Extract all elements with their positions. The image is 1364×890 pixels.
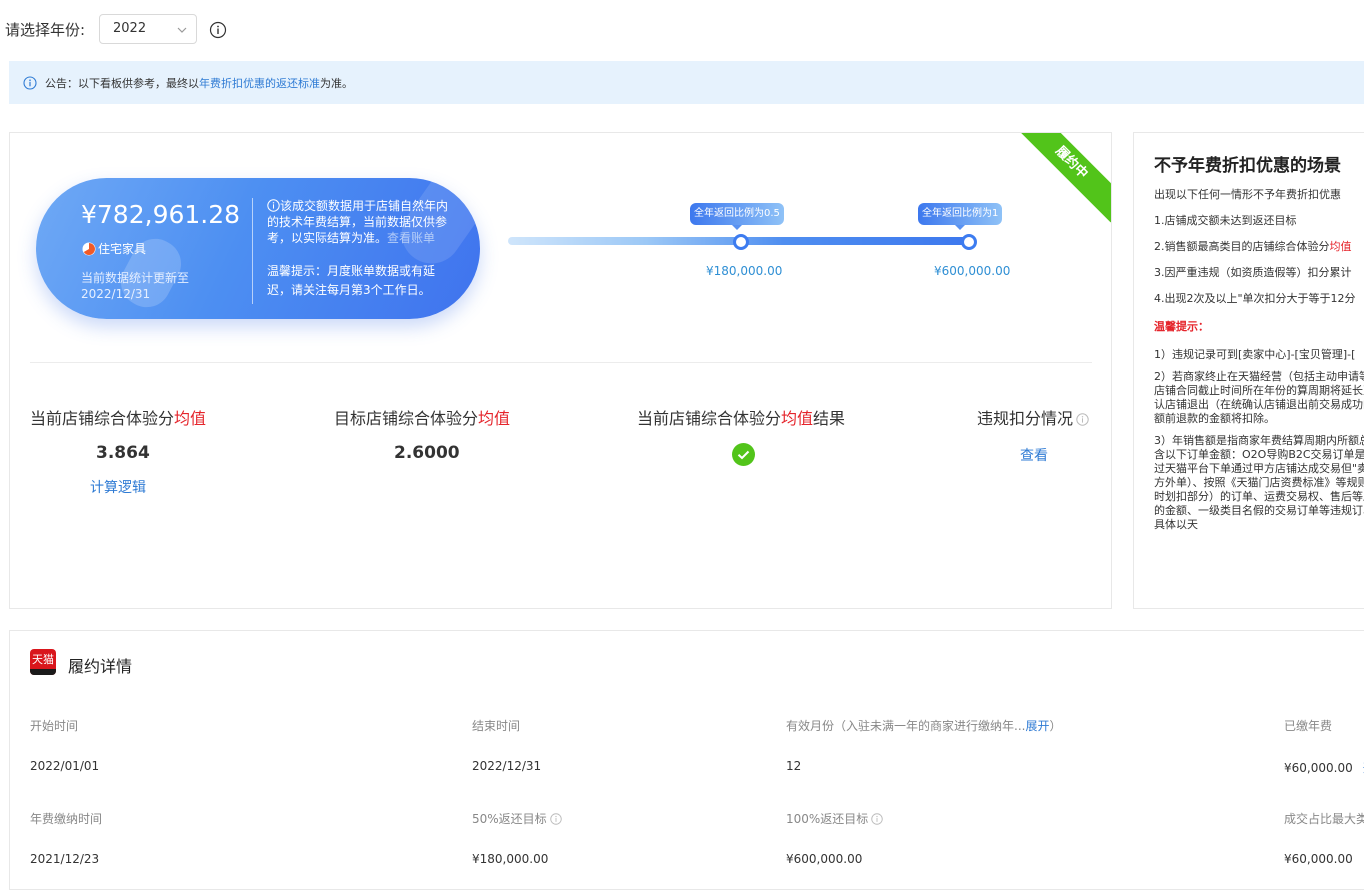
calc-logic-link[interactable]: 计算逻辑 [90,477,146,497]
paid-fee-amount: ¥60,000.00 [1284,761,1353,775]
view-bill-link[interactable]: 查看账单 [387,231,435,245]
milestone-tooltip: 全年返回比例为1 [918,203,1003,230]
data-usage-note: 该成交额数据用于店铺自然年内的技术年费结算，当前数据仅供参考，以实际结算为准。查… [267,198,457,246]
divider [30,362,1092,363]
milestone-dot [961,234,977,250]
tip-paragraph: 1）违规记录可到[卖家中心]-[宝贝管理]-[ [1154,348,1356,361]
score-result-title-text: 当前店铺综合体验分 [637,409,782,428]
milestone-value: ¥180,000.00 [706,264,783,278]
pay-time-value: 2021/12/23 [30,852,100,866]
divider [252,198,253,304]
current-score-value: 3.864 [96,443,150,463]
update-note: 当前数据统计更新至2022/12/31 [81,271,190,301]
sales-summary-card: ¥782,961.28 住宅家具 当前数据统计更新至2022/12/31 该成交… [36,178,480,319]
target-50-value: ¥180,000.00 [472,852,549,866]
start-time-label: 开始时间 [30,719,79,733]
paid-fee-value: ¥60,000.00开 [1284,759,1364,776]
scenario-item: 2.销售额最高类目的店铺综合体验分均值 [1154,240,1364,254]
current-score-title: 当前店铺综合体验分均值 [30,405,206,429]
pay-time-label: 年费缴纳时间 [30,812,103,826]
paid-fee-label: 已缴年费 [1284,719,1333,733]
contract-detail-panel: 天猫 履约详情 开始时间 结束时间 有效月份（入驻未满一年的商家进行缴纳年...… [9,630,1364,890]
valid-months-value: 12 [786,759,802,773]
milestone-tooltip: 全年返回比例为0.5 [690,203,784,230]
notice-banner: 公告：以下看板供参考，最终以年费折扣优惠的返还标准为准。 [9,61,1364,104]
notice-suffix: 为准。 [320,77,353,90]
score-result-title-highlight: 均值 [781,409,814,428]
scenario-item: 4.出现2次及以上"单次扣分大于等于12分 [1154,292,1356,305]
notice-prefix: 公告：以下看板供参考，最终以 [45,77,199,90]
tip-paragraph: 2）若商家终止在天猫经营（包括主动申请等），按照店铺合同截止时间所在年份的算周期… [1154,370,1364,425]
side-title: 不予年费折扣优惠的场景 [1154,156,1341,176]
max-ratio-label: 成交占比最大类 [1284,812,1364,826]
info-icon[interactable] [209,21,227,39]
info-icon[interactable] [549,813,562,825]
delay-tip: 温馨提示：月度账单数据或有延迟，请关注每月第3个工作日。 [267,264,436,297]
valid-months-label-close: ） [1049,719,1062,733]
performance-panel: 履约中 ¥782,961.28 住宅家具 当前数据统计更新至2022/12/31… [9,132,1112,609]
target-score-title-text: 目标店铺综合体验分 [334,409,479,428]
end-time-label: 结束时间 [472,719,521,733]
year-filter-label: 请选择年份: [5,21,86,39]
status-ribbon: 履约中 [1011,133,1111,223]
no-discount-scenarios-panel: 不予年费折扣优惠的场景 出现以下任何一情形不予年费折扣优惠 1.店铺成交额未达到… [1133,132,1364,609]
target-100-label: 100%返还目标 [786,810,884,827]
scenario-item-text: 2.销售额最高类目的店铺综合体验分 [1154,240,1330,253]
detail-title: 履约详情 [68,657,133,676]
score-result-title-suffix: 结果 [813,409,846,428]
rebate-standard-link[interactable]: 年费折扣优惠的返还标准 [199,77,320,90]
violation-title-text: 违规扣分情况 [977,409,1074,428]
scenario-item: 1.店铺成交额未达到返还目标 [1154,214,1297,227]
warm-tip-heading: 温馨提示： [1154,320,1209,333]
info-icon[interactable] [871,813,884,825]
target-100-value: ¥600,000.00 [786,852,863,866]
target-50-label: 50%返还目标 [472,810,562,827]
current-score-title-text: 当前店铺综合体验分 [30,409,175,428]
year-select[interactable]: 2022 [99,14,197,44]
info-icon[interactable] [1076,413,1089,426]
violation-title: 违规扣分情况 [977,405,1089,429]
milestone-dot [733,234,749,250]
side-intro: 出现以下任何一情形不予年费折扣优惠 [1154,188,1341,201]
category-label: 住宅家具 [98,242,147,256]
score-result-title: 当前店铺综合体验分均值结果 [637,405,845,429]
scenario-item-highlight: 均值 [1329,240,1352,253]
start-time-value: 2022/01/01 [30,759,100,773]
check-circle-icon [732,443,755,466]
chevron-down-icon [177,27,187,33]
tip-paragraph: 3）年销售额是指商家年费结算周期内所额总和，不包含以下订单金额：O2O导购B2C… [1154,434,1364,531]
category-pie-icon [82,242,96,256]
tmall-logo-text: 天猫 [32,653,54,666]
tmall-logo: 天猫 [30,649,56,675]
target-score-title: 目标店铺综合体验分均值 [334,405,510,429]
info-icon [267,199,280,212]
scenario-item: 3.因严重违规（如资质造假等）扣分累计 [1154,266,1352,279]
milestone-label: 全年返回比例为1 [922,208,999,219]
notice-text: 公告：以下看板供参考，最终以年费折扣优惠的返还标准为准。 [45,75,353,91]
milestone-value: ¥600,000.00 [934,264,1011,278]
sales-amount: ¥782,961.28 [81,200,241,229]
year-select-value: 2022 [113,21,147,36]
max-ratio-value: ¥60,000.00 [1284,852,1353,866]
target-score-value: 2.6000 [394,443,460,463]
end-time-value: 2022/12/31 [472,759,542,773]
target-50-label-text: 50%返还目标 [472,812,547,826]
valid-months-label: 有效月份（入驻未满一年的商家进行缴纳年...展开） [786,717,1061,734]
view-violation-link[interactable]: 查看 [1020,445,1048,465]
target-100-label-text: 100%返还目标 [786,812,869,826]
target-score-title-highlight: 均值 [478,409,511,428]
valid-months-label-text: 有效月份（入驻未满一年的商家进行缴纳年... [786,719,1026,733]
info-icon [23,76,37,90]
current-score-title-highlight: 均值 [174,409,207,428]
milestone-label: 全年返回比例为0.5 [694,208,780,219]
expand-link[interactable]: 展开 [1025,719,1049,733]
